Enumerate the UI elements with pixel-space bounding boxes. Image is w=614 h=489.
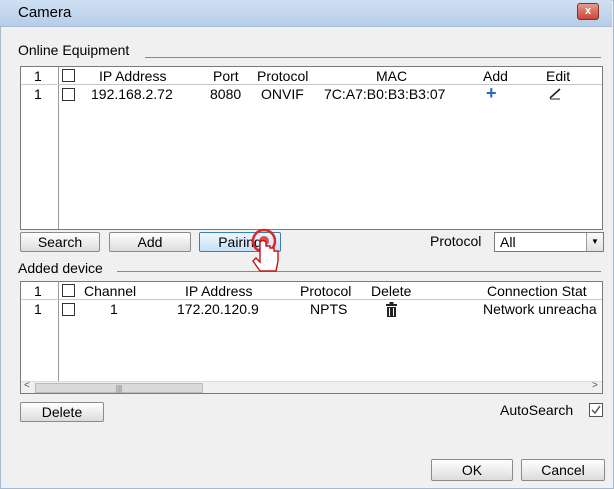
- row-port: 8080: [210, 86, 242, 102]
- hand-pointer-icon: [244, 228, 284, 274]
- header-delete[interactable]: Delete: [371, 283, 411, 299]
- row-checkbox[interactable]: [62, 303, 75, 316]
- row-protocol: ONVIF: [261, 86, 304, 102]
- header-ip-address[interactable]: IP Address: [185, 283, 252, 299]
- header-divider: [21, 299, 602, 300]
- column-divider: [58, 282, 59, 382]
- ok-button[interactable]: OK: [431, 459, 513, 481]
- header-protocol[interactable]: Protocol: [257, 68, 308, 84]
- protocol-select-value: All: [500, 234, 516, 250]
- header-protocol[interactable]: Protocol: [300, 283, 351, 299]
- header-mac[interactable]: MAC: [376, 68, 407, 84]
- added-device-list[interactable]: 1 Channel IP Address Protocol Delete Con…: [20, 281, 603, 394]
- title-bar: [0, 0, 612, 27]
- row-protocol: NPTS: [310, 301, 348, 317]
- row-channel: 1: [110, 301, 118, 317]
- close-button[interactable]: x: [577, 3, 599, 20]
- header-channel[interactable]: Channel: [84, 283, 136, 299]
- plus-icon[interactable]: +: [486, 83, 497, 104]
- header-port[interactable]: Port: [213, 68, 239, 84]
- row-num: 1: [34, 86, 42, 102]
- close-icon: x: [584, 5, 592, 17]
- scrollbar-thumb[interactable]: |||: [35, 383, 203, 393]
- header-num: 1: [34, 283, 42, 299]
- checkmark-icon: [591, 405, 601, 415]
- online-equipment-divider: [145, 57, 601, 58]
- cancel-button[interactable]: Cancel: [521, 459, 605, 481]
- trash-icon[interactable]: [385, 302, 398, 320]
- protocol-select[interactable]: All ▼: [494, 232, 604, 252]
- select-all-checkbox[interactable]: [62, 284, 75, 297]
- header-add[interactable]: Add: [483, 68, 508, 84]
- autosearch-label: AutoSearch: [500, 402, 574, 418]
- delete-button[interactable]: Delete: [20, 402, 104, 422]
- chevron-down-icon: ▼: [586, 233, 603, 251]
- row-num: 1: [34, 301, 42, 317]
- add-button[interactable]: Add: [109, 232, 191, 252]
- header-ip-address[interactable]: IP Address: [99, 68, 166, 84]
- scroll-right-arrow[interactable]: >: [592, 380, 598, 391]
- autosearch-checkbox[interactable]: [589, 403, 603, 417]
- column-divider: [58, 67, 59, 229]
- horizontal-scrollbar[interactable]: < ||| >: [21, 380, 602, 393]
- online-equipment-list[interactable]: 1 IP Address Port Protocol MAC Add Edit …: [20, 66, 603, 230]
- scroll-left-arrow[interactable]: <: [24, 380, 30, 391]
- header-num: 1: [34, 68, 42, 84]
- header-connection-status[interactable]: Connection Stat: [487, 283, 602, 299]
- protocol-label: Protocol: [430, 233, 482, 249]
- row-checkbox[interactable]: [62, 88, 75, 101]
- select-all-checkbox[interactable]: [62, 69, 75, 82]
- online-equipment-label: Online Equipment: [18, 42, 130, 58]
- row-ip-address: 172.20.120.9: [177, 301, 259, 317]
- row-ip-address: 192.168.2.72: [91, 86, 173, 102]
- header-edit[interactable]: Edit: [546, 68, 570, 84]
- added-device-label: Added device: [18, 260, 103, 276]
- added-device-divider: [117, 271, 601, 272]
- header-divider: [21, 84, 602, 85]
- window-title: Camera: [18, 4, 72, 21]
- row-mac: 7C:A7:B0:B3:B3:07: [324, 86, 446, 102]
- search-button[interactable]: Search: [20, 232, 100, 252]
- row-connection-status: Network unreacha: [483, 301, 597, 317]
- pencil-icon[interactable]: [548, 86, 562, 103]
